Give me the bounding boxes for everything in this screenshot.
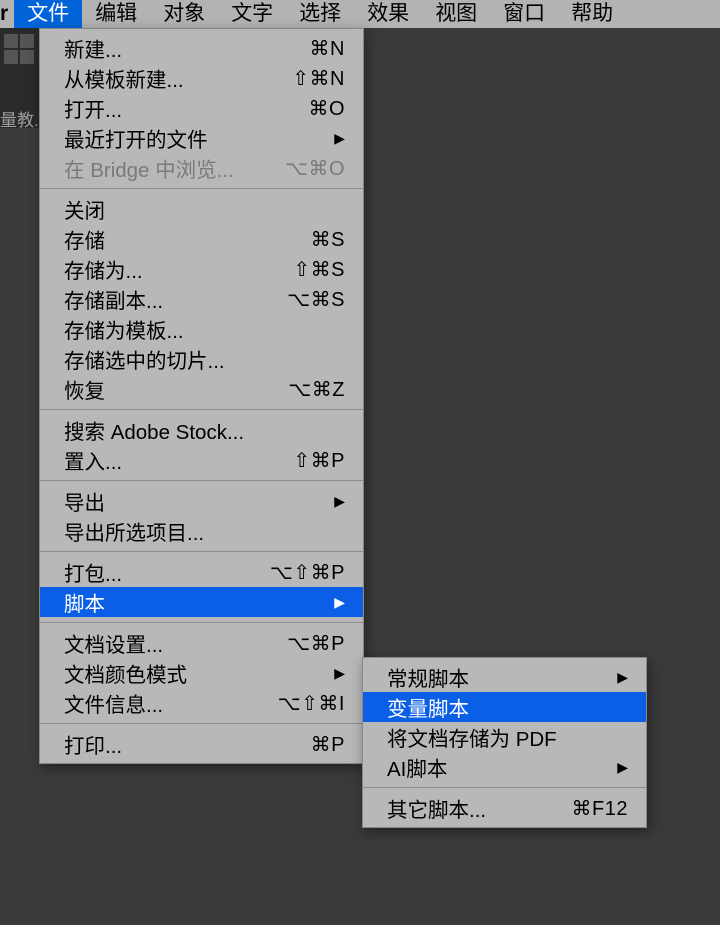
file-menu-item[interactable]: 文档设置... ⌥⌘P	[40, 628, 363, 658]
menu-separator	[363, 787, 646, 788]
file-menu-item[interactable]: 新建... ⌘N	[40, 33, 363, 63]
menu-item-label: 变量脚本	[387, 692, 469, 722]
menu-item-shortcut: ⌘P	[311, 732, 345, 757]
menu-edit[interactable]: 编辑	[82, 0, 150, 28]
sidebar-hint: 量教.	[0, 106, 39, 131]
menu-item-label: 存储	[64, 224, 105, 254]
menu-item-label: 将文档存储为 PDF	[387, 722, 557, 752]
menu-item-label: 恢复	[64, 374, 105, 404]
menu-item-shortcut: ⌘N	[310, 36, 345, 61]
file-menu-item: 在 Bridge 中浏览... ⌥⌘O	[40, 153, 363, 183]
menu-item-label: 从模板新建...	[64, 63, 184, 93]
menu-view[interactable]: 视图	[422, 0, 490, 28]
menu-item-label: 文件信息...	[64, 688, 163, 718]
file-menu-item[interactable]: 恢复 ⌥⌘Z	[40, 374, 363, 404]
menu-item-shortcut: ⇧⌘P	[293, 448, 345, 473]
menu-item-label: 新建...	[64, 33, 122, 63]
menu-item-label: 其它脚本...	[387, 793, 486, 823]
menu-item-label: 文档设置...	[64, 628, 163, 658]
menu-item-shortcut: ⌘O	[308, 96, 345, 121]
file-menu-item[interactable]: 从模板新建... ⇧⌘N	[40, 63, 363, 93]
menu-window[interactable]: 窗口	[490, 0, 558, 28]
menu-item-label: 存储选中的切片...	[64, 344, 225, 374]
file-menu-item[interactable]: 存储选中的切片...	[40, 344, 363, 374]
menu-item-label: 搜索 Adobe Stock...	[64, 415, 244, 445]
file-menu-item[interactable]: 最近打开的文件 ▶	[40, 123, 363, 153]
menu-item-label: AI脚本	[387, 752, 447, 782]
panel-grid-icon[interactable]	[4, 34, 34, 64]
menu-separator	[40, 551, 363, 552]
menu-item-label: 常规脚本	[387, 662, 469, 692]
menu-item-label: 导出	[64, 486, 105, 516]
menu-object[interactable]: 对象	[150, 0, 218, 28]
menu-help[interactable]: 帮助	[558, 0, 626, 28]
file-menu-item[interactable]: 搜索 Adobe Stock...	[40, 415, 363, 445]
menu-separator	[40, 723, 363, 724]
menu-item-shortcut: ⌘F12	[572, 796, 628, 821]
app-label: r	[0, 0, 14, 28]
file-menu-item[interactable]: 导出 ▶	[40, 486, 363, 516]
menu-item-label: 关闭	[64, 194, 105, 224]
script-submenu-item[interactable]: 变量脚本	[363, 692, 646, 722]
menu-item-shortcut: ⇧⌘S	[293, 257, 345, 282]
menu-item-shortcut: ⌥⌘P	[287, 631, 345, 656]
file-menu-item[interactable]: 文件信息... ⌥⇧⌘I	[40, 688, 363, 718]
menu-item-label: 导出所选项目...	[64, 516, 204, 546]
menu-item-label: 存储为...	[64, 254, 143, 284]
file-menu-item[interactable]: 存储为... ⇧⌘S	[40, 254, 363, 284]
menu-item-label: 存储副本...	[64, 284, 163, 314]
menu-item-label: 打开...	[64, 93, 122, 123]
menu-item-shortcut: ⇧⌘N	[292, 66, 345, 91]
menu-item-shortcut: ⌥⇧⌘P	[270, 560, 345, 585]
menu-item-label: 脚本	[64, 587, 105, 617]
menu-select[interactable]: 选择	[286, 0, 354, 28]
menubar: r 文件 编辑 对象 文字 选择 效果 视图 窗口 帮助	[0, 0, 720, 28]
submenu-arrow-icon: ▶	[334, 130, 345, 147]
script-submenu-item[interactable]: 将文档存储为 PDF	[363, 722, 646, 752]
file-menu-item[interactable]: 存储为模板...	[40, 314, 363, 344]
menu-separator	[40, 188, 363, 189]
submenu-arrow-icon: ▶	[334, 594, 345, 611]
menu-item-shortcut: ⌥⌘S	[287, 287, 345, 312]
file-menu-item[interactable]: 关闭	[40, 194, 363, 224]
file-menu-item[interactable]: 导出所选项目...	[40, 516, 363, 546]
file-menu-dropdown: 新建... ⌘N 从模板新建... ⇧⌘N 打开... ⌘O 最近打开的文件 ▶ 在 Bridg…	[39, 28, 364, 764]
menu-item-shortcut: ⌥⇧⌘I	[278, 691, 345, 716]
file-menu-item[interactable]: 打印... ⌘P	[40, 729, 363, 759]
menu-item-label: 在 Bridge 中浏览...	[64, 153, 234, 183]
file-menu-item[interactable]: 置入... ⇧⌘P	[40, 445, 363, 475]
menu-item-label: 打印...	[64, 729, 122, 759]
menu-item-shortcut: ⌥⌘Z	[288, 377, 345, 402]
menu-item-label: 最近打开的文件	[64, 123, 208, 153]
file-menu-item[interactable]: 存储副本... ⌥⌘S	[40, 284, 363, 314]
menu-item-label: 打包...	[64, 557, 122, 587]
file-menu-item[interactable]: 存储 ⌘S	[40, 224, 363, 254]
submenu-arrow-icon: ▶	[334, 493, 345, 510]
submenu-arrow-icon: ▶	[617, 759, 628, 776]
menu-item-label: 文档颜色模式	[64, 658, 187, 688]
menu-separator	[40, 409, 363, 410]
file-menu-item[interactable]: 脚本 ▶	[40, 587, 363, 617]
submenu-arrow-icon: ▶	[617, 669, 628, 686]
script-submenu-item[interactable]: 其它脚本... ⌘F12	[363, 793, 646, 823]
menu-separator	[40, 480, 363, 481]
file-menu-item[interactable]: 打开... ⌘O	[40, 93, 363, 123]
script-submenu: 常规脚本 ▶ 变量脚本将文档存储为 PDFAI脚本 ▶ 其它脚本... ⌘F12	[362, 657, 647, 828]
menu-item-shortcut: ⌥⌘O	[285, 156, 345, 181]
menu-file[interactable]: 文件	[14, 0, 82, 28]
menu-item-shortcut: ⌘S	[311, 227, 345, 252]
menu-item-label: 置入...	[64, 445, 122, 475]
menu-effect[interactable]: 效果	[354, 0, 422, 28]
submenu-arrow-icon: ▶	[334, 665, 345, 682]
file-menu-item[interactable]: 打包... ⌥⇧⌘P	[40, 557, 363, 587]
menu-separator	[40, 622, 363, 623]
script-submenu-item[interactable]: AI脚本 ▶	[363, 752, 646, 782]
menu-item-label: 存储为模板...	[64, 314, 184, 344]
menu-type[interactable]: 文字	[218, 0, 286, 28]
file-menu-item[interactable]: 文档颜色模式 ▶	[40, 658, 363, 688]
script-submenu-item[interactable]: 常规脚本 ▶	[363, 662, 646, 692]
